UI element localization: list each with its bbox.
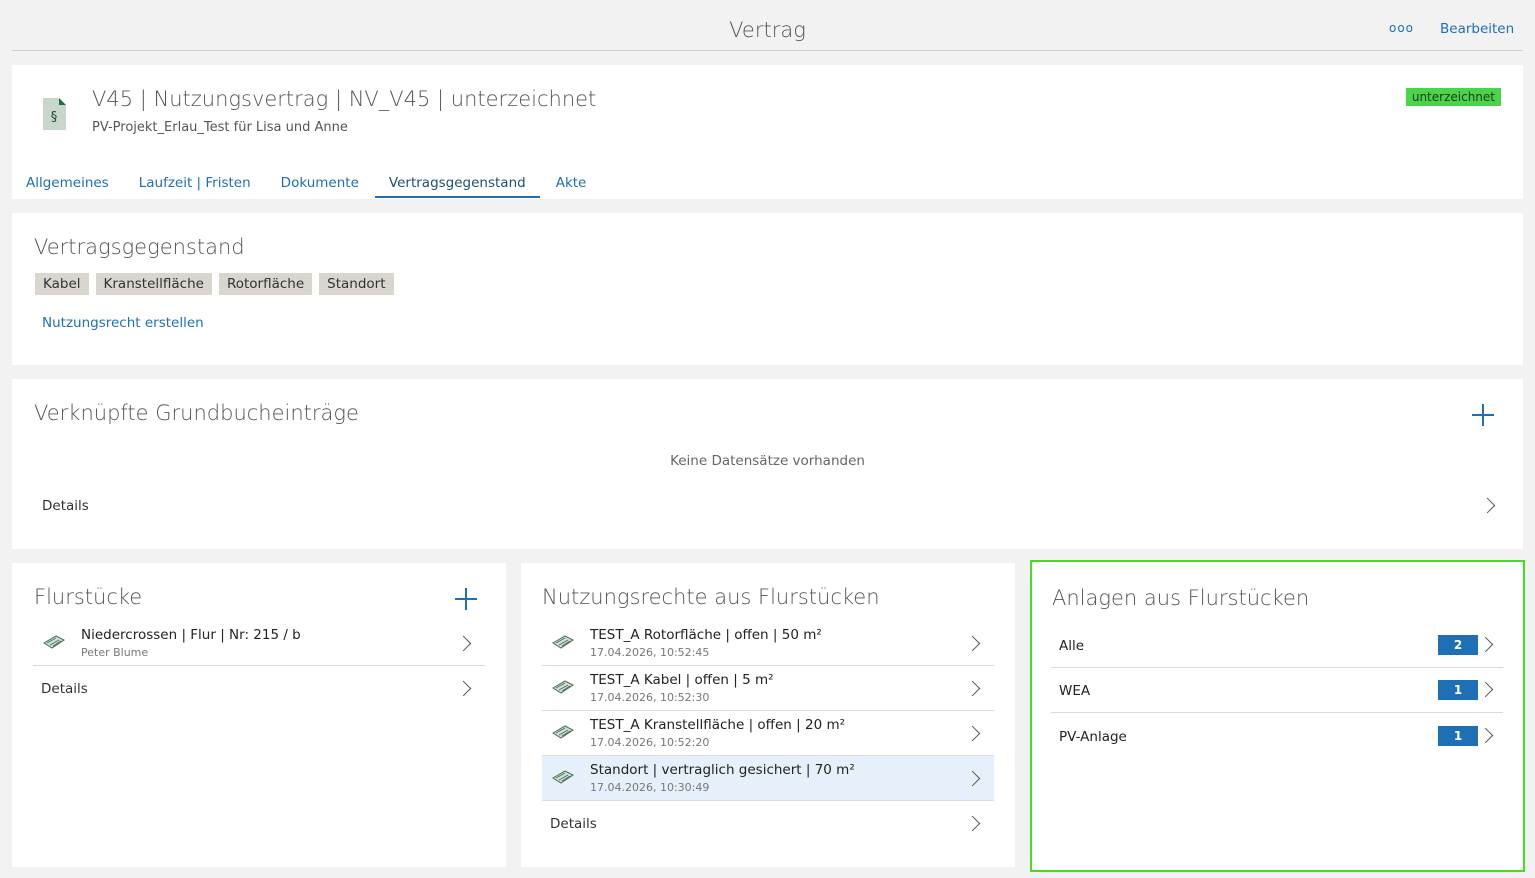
item-subtitle: 17.04.2026, 10:52:30 [590,691,710,704]
details-label: Details [41,681,88,697]
vertragsgegenstand-section: Vertragsgegenstand Kabel Kranstellfläche… [12,213,1523,365]
grundbuch-section: Verknüpfte Grundbucheinträge Keine Daten… [12,379,1523,549]
chevron-right-icon [1477,681,1494,698]
item-label: WEA [1059,683,1091,699]
create-nutzungsrecht-link[interactable]: Nutzungsrecht erstellen [42,315,204,331]
parcel-icon [552,680,574,694]
tag-standort: Standort [319,273,394,295]
list-item-wea[interactable]: WEA 1 [1051,668,1503,713]
parcel-icon [552,770,574,784]
section-title: Verknüpfte Grundbucheinträge [34,401,359,425]
section-title: Anlagen aus Flurstücken [1052,586,1310,610]
section-title: Nutzungsrechte aus Flurstücken [542,585,880,609]
count-badge: 1 [1438,680,1478,700]
contract-subtitle: PV-Projekt_Erlau_Test für Lisa und Anne [92,120,348,135]
contract-title: V45 | Nutzungsvertrag | NV_V45 | unterze… [92,87,597,111]
svg-text:§: § [51,110,58,125]
chevron-right-icon [964,815,981,832]
item-title: TEST_A Kranstellfläche | offen | 20 m² [590,717,846,733]
tab-dokumente[interactable]: Dokumente [267,169,373,198]
item-title: Niedercrossen | Flur | Nr: 215 / b [81,627,301,643]
list-item-alle[interactable]: Alle 2 [1051,623,1503,668]
nutzungsrechte-section: Nutzungsrechte aus Flurstücken TEST_A Ro… [521,563,1015,867]
tab-laufzeit-fristen[interactable]: Laufzeit | Fristen [125,169,265,198]
page-title: Vertrag [729,18,806,42]
item-title: TEST_A Kabel | offen | 5 m² [590,672,774,688]
tag-kranstellflaeche: Kranstellfläche [95,273,212,295]
status-badge: unterzeichnet [1405,88,1501,106]
contract-paragraph-icon: § [43,98,66,130]
item-label: Alle [1059,638,1085,654]
list-item[interactable]: Niedercrossen | Flur | Nr: 215 / b Peter… [33,621,485,666]
chevron-right-icon [1477,727,1494,744]
tag-rotorflaeche: Rotorfläche [218,273,313,295]
item-subtitle: 17.04.2026, 10:30:49 [590,781,710,794]
more-options-button[interactable]: ooo [1389,21,1414,35]
tab-vertragsgegenstand[interactable]: Vertragsgegenstand [374,169,540,198]
parcel-icon [552,635,574,649]
tab-akte[interactable]: Akte [542,169,601,198]
anlagen-section: Anlagen aus Flurstücken Alle 2 WEA 1 PV-… [1030,560,1525,872]
chevron-right-icon [455,635,472,652]
parcel-icon [552,725,574,739]
chevron-right-icon [964,770,981,787]
details-row[interactable]: Details [33,669,485,709]
chevron-right-icon [455,680,472,697]
tag-kabel: Kabel [35,273,89,295]
item-subtitle: Peter Blume [81,646,149,659]
list-item-pv-anlage[interactable]: PV-Anlage 1 [1051,714,1503,759]
tab-bar: Allgemeines Laufzeit | Fristen Dokumente… [12,169,602,199]
list-item[interactable]: TEST_A Kranstellfläche | offen | 20 m² 1… [542,711,994,756]
section-title: Flurstücke [34,585,143,609]
item-subtitle: 17.04.2026, 10:52:45 [590,646,710,659]
chevron-right-icon [964,680,981,697]
section-title: Vertragsgegenstand [34,235,245,259]
details-label: Details [550,816,597,832]
chevron-right-icon[interactable] [1479,497,1496,514]
list-item[interactable]: TEST_A Rotorfläche | offen | 50 m² 17.04… [542,621,994,666]
count-badge: 1 [1438,726,1478,746]
chevron-right-icon [964,725,981,742]
list-item[interactable]: TEST_A Kabel | offen | 5 m² 17.04.2026, … [542,666,994,711]
item-title: TEST_A Rotorfläche | offen | 50 m² [590,627,822,643]
contract-header: § V45 | Nutzungsvertrag | NV_V45 | unter… [12,65,1523,199]
add-icon[interactable] [455,588,477,610]
list-item[interactable]: Standort | vertraglich gesichert | 70 m²… [542,756,994,801]
tag-list: Kabel Kranstellfläche Rotorfläche Stando… [35,273,394,295]
count-badge: 2 [1438,635,1478,655]
top-bar: Vertrag ooo Bearbeiten [12,0,1523,51]
item-title: Standort | vertraglich gesichert | 70 m² [590,762,855,778]
edit-button[interactable]: Bearbeiten [1440,21,1514,37]
chevron-right-icon [1477,636,1494,653]
details-row[interactable]: Details [542,804,994,844]
empty-state-text: Keine Datensätze vorhanden [670,453,865,469]
parcel-icon [43,635,65,649]
item-subtitle: 17.04.2026, 10:52:20 [590,736,710,749]
tab-allgemeines[interactable]: Allgemeines [12,169,123,198]
details-link[interactable]: Details [42,498,89,514]
item-label: PV-Anlage [1059,729,1127,745]
add-icon[interactable] [1472,404,1494,426]
chevron-right-icon [964,635,981,652]
flurstuecke-section: Flurstücke Niedercrossen | Flur | Nr: 21… [12,563,506,867]
